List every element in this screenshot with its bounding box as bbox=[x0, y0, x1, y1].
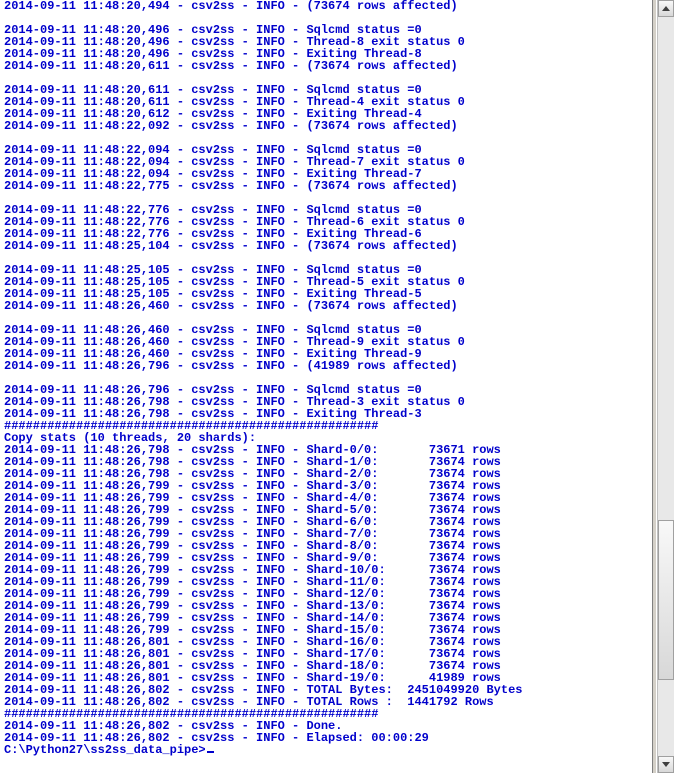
chevron-up-icon bbox=[662, 6, 670, 11]
scroll-up-button[interactable] bbox=[658, 0, 674, 17]
console-output: 2014-09-11 11:48:20,494 - csv2ss - INFO … bbox=[4, 0, 648, 744]
console-window: 2014-09-11 11:48:20,494 - csv2ss - INFO … bbox=[0, 0, 674, 773]
scroll-down-button[interactable] bbox=[658, 756, 674, 773]
cursor bbox=[207, 751, 214, 753]
prompt-text: C:\Python27\ss2ss_data_pipe> bbox=[4, 743, 206, 757]
chevron-down-icon bbox=[662, 762, 670, 767]
vertical-scrollbar[interactable] bbox=[657, 0, 674, 773]
console-viewport[interactable]: 2014-09-11 11:48:20,494 - csv2ss - INFO … bbox=[0, 0, 652, 773]
console-prompt-line[interactable]: C:\Python27\ss2ss_data_pipe> bbox=[4, 744, 648, 756]
scrollbar-thumb[interactable] bbox=[658, 520, 674, 680]
